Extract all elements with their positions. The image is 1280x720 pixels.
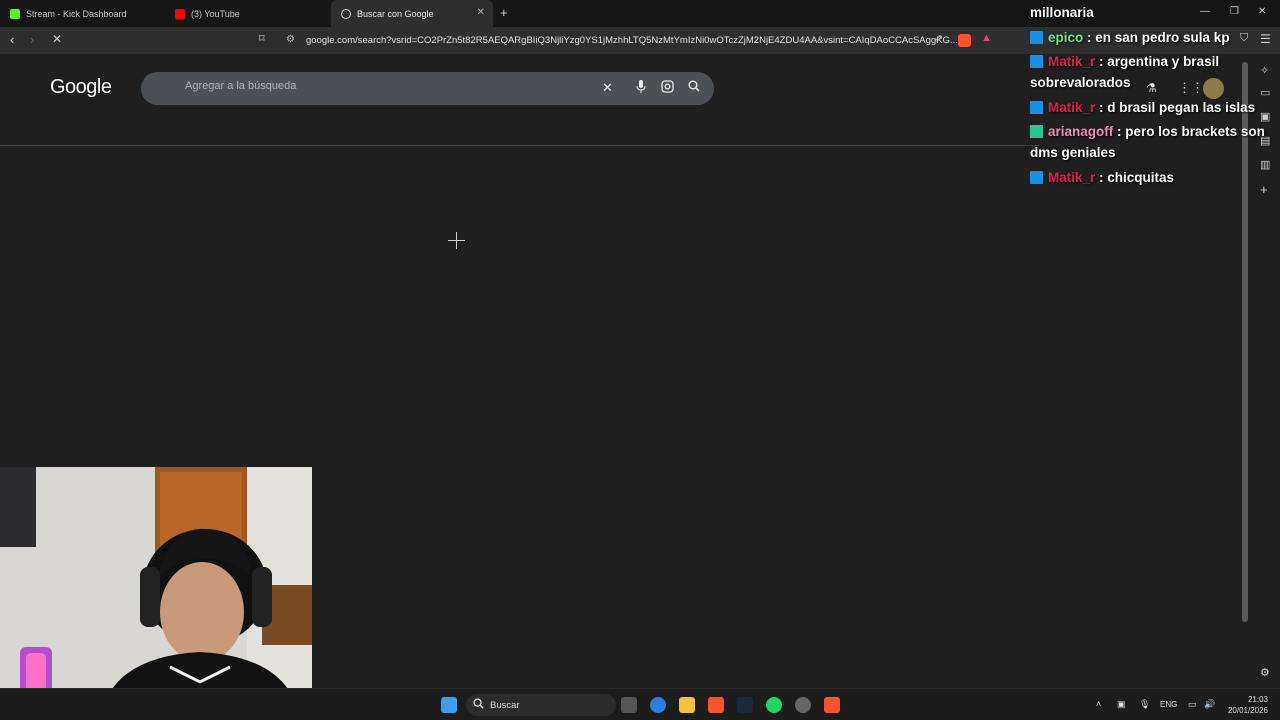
share-icon[interactable]: ⇗ bbox=[934, 32, 943, 45]
address-bar[interactable]: ⚙ google.com/search?vsrid=CO2PrZn5t82R5A… bbox=[280, 30, 1000, 51]
tab-kick-dashboard[interactable]: Stream - Kick Dashboard bbox=[0, 0, 165, 27]
brave-active-icon[interactable] bbox=[824, 697, 840, 713]
brave-rewards-icon[interactable]: ▲ bbox=[981, 32, 992, 44]
clear-icon[interactable]: ✕ bbox=[602, 80, 613, 96]
network-icon[interactable]: ▭ bbox=[1188, 699, 1197, 710]
search-input[interactable] bbox=[185, 80, 585, 92]
tab-label: Buscar con Google bbox=[357, 8, 434, 19]
kick-icon bbox=[10, 8, 20, 19]
spotify-icon[interactable] bbox=[766, 697, 782, 713]
chat-text: : en san pedro sula kp bbox=[1087, 29, 1230, 45]
chat-username: Matik_r bbox=[1048, 54, 1096, 69]
chat-username: Matik_r bbox=[1048, 99, 1096, 115]
youtube-icon bbox=[175, 8, 185, 19]
tab-label: Stream - Kick Dashboard bbox=[26, 8, 127, 19]
microphone-tray-icon[interactable]: 🎙 bbox=[1139, 699, 1150, 710]
clock-time: 21:03 bbox=[1247, 695, 1268, 704]
file-explorer-icon[interactable] bbox=[679, 697, 695, 713]
taskbar-search-label: Buscar bbox=[490, 699, 520, 711]
chat-message: epico : en san pedro sula kp bbox=[1030, 27, 1280, 48]
sub-badge-icon bbox=[1030, 55, 1043, 68]
sub-badge-icon bbox=[1030, 30, 1043, 44]
bookmark-icon[interactable]: ⌑ bbox=[259, 32, 265, 45]
back-button[interactable]: ‹ bbox=[10, 32, 14, 47]
windows-start-icon[interactable] bbox=[441, 697, 457, 713]
chat-message: Matik_r : d brasil pegan las islas bbox=[1030, 97, 1280, 118]
stream-chat-overlay: millonaria epico : en san pedro sula kp … bbox=[1030, 2, 1280, 191]
chat-username: arianagoff bbox=[1048, 124, 1114, 139]
tab-label: (3) YouTube bbox=[191, 8, 240, 19]
forward-button[interactable]: › bbox=[30, 32, 34, 47]
chat-text: : chicquitas bbox=[1099, 169, 1175, 185]
lens-icon[interactable] bbox=[661, 80, 674, 96]
tray-overflow-icon[interactable]: ˄ bbox=[1096, 699, 1101, 709]
webcam-feed-image: ▲ bbox=[0, 467, 312, 720]
language-indicator[interactable]: ENG bbox=[1160, 700, 1177, 709]
sub-badge-icon bbox=[1030, 170, 1043, 184]
search-icon bbox=[473, 698, 484, 712]
site-info-icon[interactable]: ⚙ bbox=[286, 34, 295, 45]
chat-message: Matik_r : chicquitas bbox=[1030, 167, 1280, 188]
sub-badge-icon bbox=[1030, 100, 1043, 114]
brave-shields-icon[interactable] bbox=[958, 34, 971, 47]
chat-message: Matik_r : argentina y brasil sobrevalora… bbox=[1030, 51, 1280, 93]
tab-google-search[interactable]: Buscar con Google ✕ bbox=[331, 0, 493, 27]
url-text: google.com/search?vsrid=CO2PrZn5t82R5AEQ… bbox=[306, 35, 958, 46]
globe-icon bbox=[341, 8, 351, 19]
settings-gear-icon[interactable]: ⚙ bbox=[1260, 666, 1270, 679]
new-tab-button[interactable]: + bbox=[500, 5, 508, 20]
chat-text: : d brasil pegan las islas bbox=[1099, 99, 1256, 115]
clock-date: 20/01/2026 bbox=[1227, 706, 1268, 715]
obs-icon[interactable] bbox=[795, 697, 811, 713]
search-icon[interactable] bbox=[688, 80, 700, 95]
steam-icon[interactable] bbox=[737, 697, 753, 713]
sub-badge-icon bbox=[1030, 125, 1043, 138]
cursor-crosshair bbox=[448, 232, 465, 249]
taskbar-clock[interactable]: 21:03 20/01/2026 bbox=[1228, 694, 1268, 716]
brave-browser-icon[interactable] bbox=[708, 697, 724, 713]
google-logo[interactable]: Google bbox=[50, 76, 112, 99]
task-view-icon[interactable] bbox=[621, 697, 637, 713]
search-box[interactable]: ✕ bbox=[141, 72, 714, 105]
webcam-overlay: ▲ bbox=[0, 467, 312, 720]
microphone-icon[interactable] bbox=[636, 80, 646, 96]
header-divider bbox=[0, 145, 1040, 146]
chat-username: epico bbox=[1048, 29, 1084, 45]
windows-taskbar: Buscar ˄ ▣ 🎙 ENG ▭ 🔊 21:03 20/01/2026 bbox=[0, 688, 1280, 720]
close-tab-icon[interactable]: ✕ bbox=[477, 7, 485, 18]
chat-username: Matik_r bbox=[1048, 169, 1096, 185]
tab-youtube[interactable]: (3) YouTube bbox=[165, 0, 330, 27]
taskbar-search[interactable]: Buscar bbox=[466, 694, 616, 716]
copilot-icon[interactable] bbox=[650, 697, 666, 713]
stop-loading-icon[interactable]: ✕ bbox=[52, 32, 62, 46]
volume-icon[interactable]: 🔊 bbox=[1204, 699, 1215, 710]
chat-header-text: millonaria bbox=[1030, 5, 1094, 20]
chat-message: arianagoff : pero los brackets son dms g… bbox=[1030, 121, 1280, 163]
tray-app-icon[interactable]: ▣ bbox=[1117, 699, 1126, 710]
